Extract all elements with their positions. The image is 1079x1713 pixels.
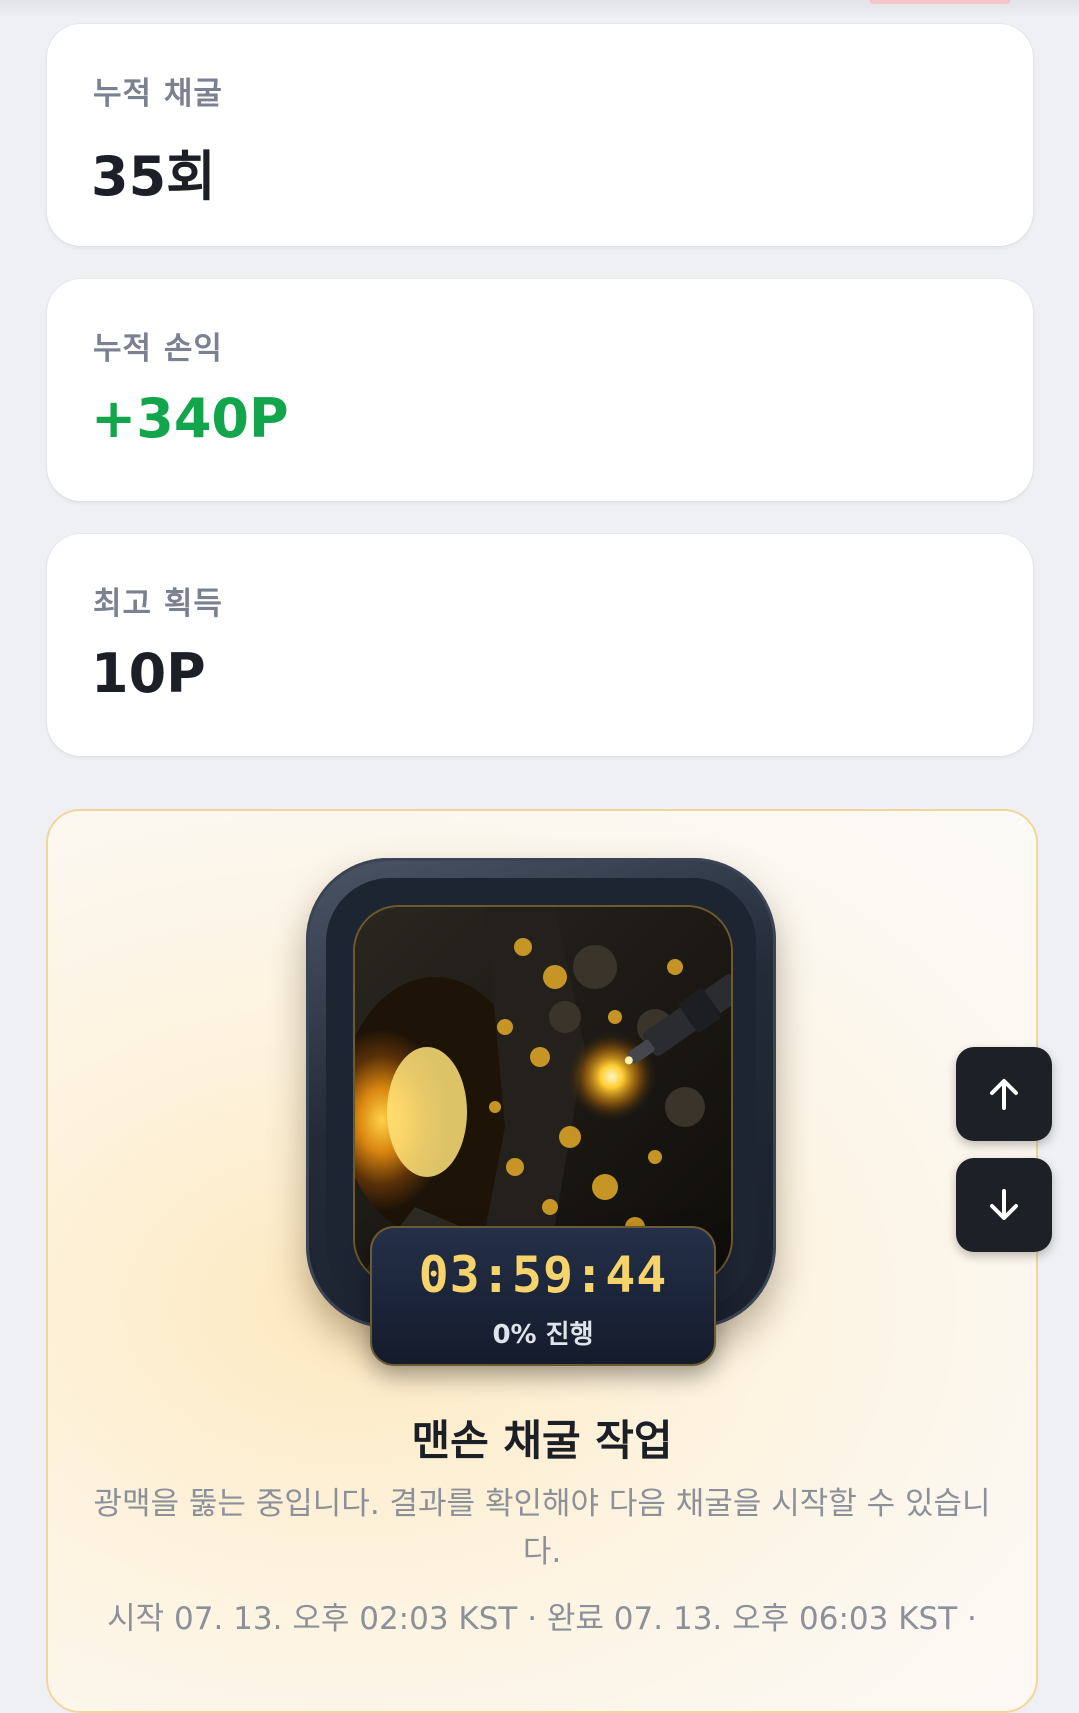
mining-progress-text: 0% 진행: [492, 1320, 594, 1350]
mining-job-title: 맨손 채굴 작업: [411, 1416, 673, 1465]
stat-value: +340P: [91, 387, 289, 450]
mining-countdown: 03:59:44: [418, 1246, 668, 1304]
top-accent-bar: [870, 0, 1010, 4]
stat-label: 최고 획득: [93, 586, 223, 622]
arrow-down-icon: [990, 1189, 1018, 1220]
scroll-up-button[interactable]: [956, 1047, 1052, 1141]
arrow-up-icon: [990, 1079, 1018, 1110]
stat-label: 누적 채굴: [93, 76, 223, 112]
stat-value: 10P: [91, 642, 206, 705]
mining-job-description: 광맥을 뚫는 중입니다. 결과를 확인해야 다음 채굴을 시작할 수 있습니다.: [93, 1486, 991, 1570]
stat-value: 35회: [91, 145, 216, 208]
stat-label: 누적 손익: [93, 331, 223, 367]
stat-card-best: 최고 획득 10P: [47, 534, 1033, 756]
mining-status-card: 03:59:44 0% 진행 맨손 채굴 작업 광맥을 뚫는 중입니다. 결과를…: [46, 809, 1038, 1713]
stat-card-mining-count: 누적 채굴 35회: [47, 24, 1033, 246]
mining-timer-panel: 03:59:44 0% 진행: [370, 1226, 716, 1366]
stat-card-profit: 누적 손익 +340P: [47, 279, 1033, 501]
scroll-down-button[interactable]: [956, 1158, 1052, 1252]
mining-time-info: 시작 07. 13. 오후 02:03 KST · 완료 07. 13. 오후 …: [107, 1601, 977, 1637]
